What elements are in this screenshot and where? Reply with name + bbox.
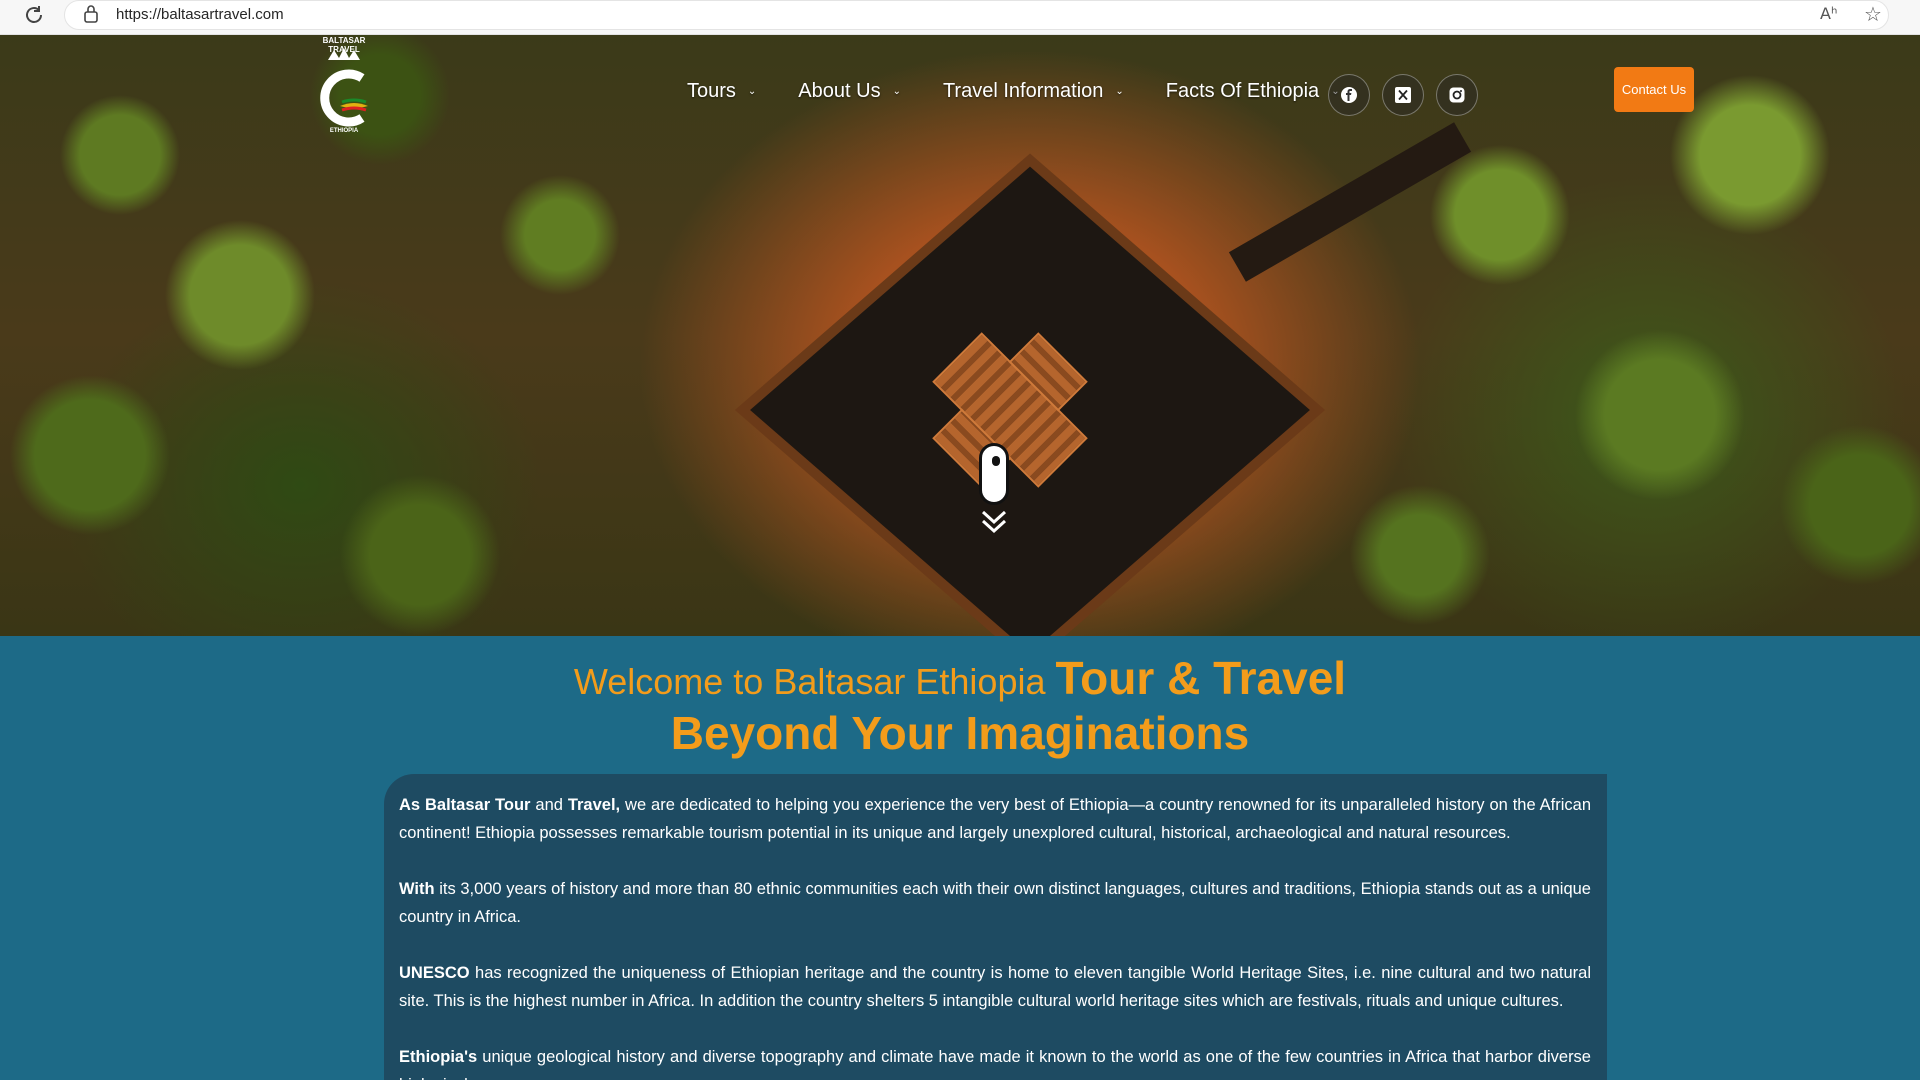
instagram-link[interactable] [1436, 74, 1478, 116]
x-twitter-link[interactable] [1382, 74, 1424, 116]
nav-item-label: Travel Information [942, 79, 1104, 102]
instagram-icon [1449, 87, 1465, 103]
history-paragraph: With its 3,000 years of history and more… [399, 875, 1591, 931]
paragraph-lead: With [399, 880, 435, 898]
scroll-mouse-icon[interactable] [979, 443, 1009, 505]
site-logo[interactable]: BALTASAR TRAVEL ETHIOPIA [306, 36, 382, 142]
welcome-tagline: Beyond Your Imaginations [670, 707, 1250, 759]
paragraph-lead: As Baltasar Tour [399, 796, 531, 814]
paragraph-lead: Travel, [567, 796, 621, 814]
nav-item-label: Facts Of Ethiopia [1165, 79, 1320, 102]
double-chevron-down-icon[interactable] [979, 508, 1009, 536]
nav-item-label: Tours [687, 79, 736, 102]
chevron-down-icon: ⌄ [1115, 85, 1124, 97]
nav-item-label: About Us [798, 79, 881, 102]
welcome-text: Welcome to Baltasar Ethiopia [573, 661, 1056, 702]
read-aloud-icon[interactable]: Aʰ [1820, 4, 1837, 23]
chevron-down-icon: ⌄ [892, 85, 901, 97]
browser-toolbar: https://baltasartravel.com Aʰ ☆ [0, 0, 1920, 35]
hero-trees-right [1300, 35, 1920, 636]
scroll-mouse-wheel [992, 456, 1000, 466]
nav-item-about-us[interactable]: About Us ⌄ [798, 78, 901, 104]
hero-banner [0, 35, 1920, 636]
intro-card: As Baltasar Tour and Travel, we are dedi… [384, 774, 1607, 1080]
nav-item-travel-information[interactable]: Travel Information ⌄ [943, 78, 1124, 104]
logo-bottom-text: ETHIOPIA [329, 128, 359, 134]
favorite-star-icon[interactable]: ☆ [1864, 2, 1882, 26]
intro-paragraph: As Baltasar Tour and Travel, we are dedi… [399, 791, 1591, 847]
paragraph-text: has recognized the uniqueness of Ethiopi… [399, 964, 1591, 1010]
paragraph-text: unique geological history and diverse to… [399, 1048, 1591, 1080]
x-icon [1395, 87, 1411, 103]
welcome-heading: Welcome to Baltasar Ethiopia Tour & Trav… [0, 652, 1920, 758]
lock-icon[interactable] [83, 4, 99, 24]
contact-us-button[interactable]: Contact Us [1614, 67, 1694, 112]
nav-item-tours[interactable]: Tours ⌄ [687, 78, 756, 104]
geology-paragraph: Ethiopia's unique geological history and… [399, 1043, 1591, 1080]
address-bar[interactable] [64, 0, 1889, 30]
paragraph-lead: UNESCO [399, 964, 470, 982]
main-nav: Tours ⌄ About Us ⌄ Travel Information ⌄ … [687, 78, 1382, 104]
unesco-paragraph: UNESCO has recognized the uniqueness of … [399, 959, 1591, 1015]
paragraph-text: its 3,000 years of history and more than… [399, 880, 1591, 926]
nav-item-facts-of-ethiopia[interactable]: Facts Of Ethiopia ⌄ [1166, 78, 1340, 104]
paragraph-text: and [530, 796, 568, 814]
facebook-icon [1341, 87, 1357, 103]
paragraph-lead: Ethiopia's [399, 1048, 478, 1066]
chevron-down-icon: ⌄ [747, 85, 757, 97]
url-text[interactable]: https://baltasartravel.com [116, 6, 284, 23]
reload-icon[interactable] [22, 3, 46, 27]
facebook-link[interactable] [1328, 74, 1370, 116]
welcome-brand: Tour & Travel [1055, 652, 1347, 704]
